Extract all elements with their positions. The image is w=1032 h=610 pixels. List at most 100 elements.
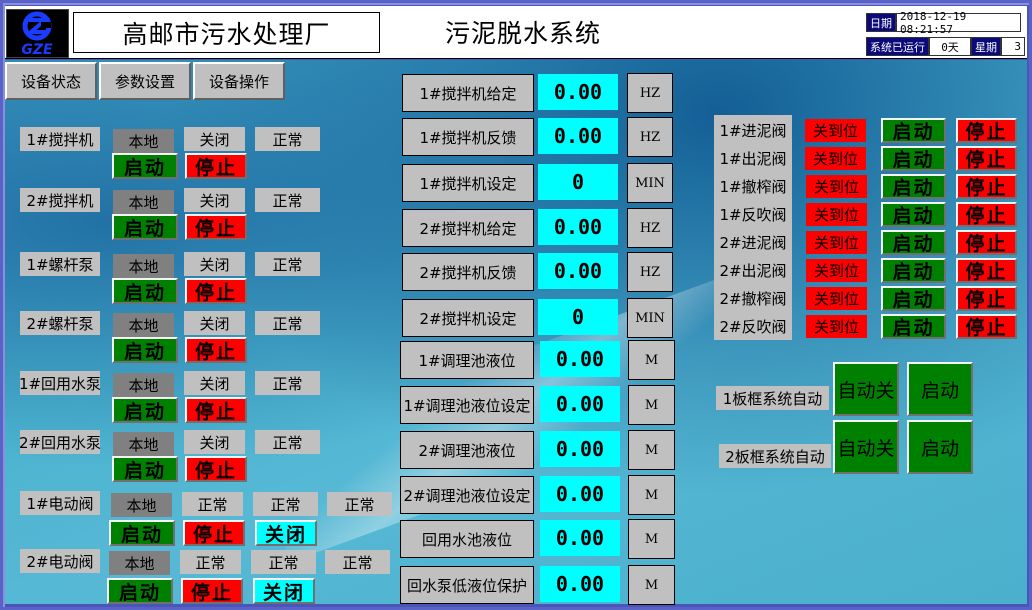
device-name: 1#回用水泵: [19, 371, 101, 395]
parameter-unit: M: [628, 340, 675, 380]
parameter-value-input[interactable]: 0.00: [540, 341, 620, 377]
parameter-name: 2#调理池液位: [400, 431, 534, 469]
device-start-button[interactable]: 启动: [112, 153, 178, 179]
parameter-value-input[interactable]: 0.00: [538, 118, 618, 154]
parameter-unit: M: [628, 519, 675, 559]
parameter-unit: M: [628, 385, 675, 425]
runtime-label: 系统已运行: [866, 37, 929, 56]
valve-start-button[interactable]: 启动: [881, 286, 946, 311]
parameter-value-input[interactable]: 0.00: [538, 253, 618, 289]
tab-device-operation[interactable]: 设备操作: [193, 62, 285, 100]
valve-stop-button[interactable]: 停止: [956, 146, 1017, 171]
runtime-display: 系统已运行 0天 星期 3: [866, 37, 1025, 56]
device-start-button[interactable]: 启动: [112, 397, 178, 423]
parameter-value-input[interactable]: 0.00: [540, 520, 620, 556]
device-stop-button[interactable]: 停止: [185, 337, 247, 363]
electric-valve-status-3: 正常: [327, 492, 392, 516]
valve-position-status: 关到位: [805, 147, 866, 170]
valve-stop-button[interactable]: 停止: [956, 286, 1017, 311]
weekday-label: 星期: [971, 37, 1001, 56]
valve-position-status: 关到位: [806, 315, 867, 338]
valve-stop-button[interactable]: 停止: [956, 202, 1017, 227]
valve-stop-button[interactable]: 停止: [956, 118, 1017, 143]
valve-position-status: 关到位: [806, 175, 867, 198]
valve-start-button[interactable]: 启动: [881, 258, 946, 283]
parameter-unit: M: [628, 430, 675, 470]
device-run-status: 关闭: [184, 311, 245, 335]
device-mode-status: 本地: [113, 190, 174, 214]
electric-valve-status-2: 正常: [251, 550, 316, 574]
logo-text: GZE: [21, 42, 53, 57]
valve-position-status: 关到位: [805, 119, 866, 142]
electric-valve-start-button[interactable]: 启动: [109, 520, 175, 546]
valve-stop-button[interactable]: 停止: [956, 258, 1017, 283]
parameter-value-input[interactable]: 0.00: [540, 476, 620, 512]
device-name: 1#螺杆泵: [20, 252, 100, 276]
parameter-unit: HZ: [627, 73, 673, 113]
device-name: 2#搅拌机: [20, 188, 100, 212]
parameter-unit: M: [628, 475, 675, 515]
valve-start-button[interactable]: 启动: [881, 146, 946, 171]
electric-valve-close-button[interactable]: 关闭: [255, 520, 317, 546]
filter-press-start-button[interactable]: 启动: [907, 420, 973, 474]
tab-device-status[interactable]: 设备状态: [5, 62, 97, 100]
parameter-unit: MIN: [627, 298, 673, 338]
device-start-button[interactable]: 启动: [112, 214, 178, 240]
valve-start-button[interactable]: 启动: [881, 174, 946, 199]
device-run-status: 关闭: [184, 252, 245, 276]
device-fault-status: 正常: [255, 127, 320, 151]
electric-valve-status-1: 正常: [180, 550, 241, 574]
valve-stop-button[interactable]: 停止: [956, 230, 1017, 255]
electric-valve-mode-status: 本地: [109, 551, 170, 575]
device-start-button[interactable]: 启动: [112, 337, 178, 363]
parameter-name: 2#搅拌机反馈: [402, 253, 534, 291]
filter-press-auto-label: 1板框系统自动: [716, 386, 829, 410]
device-name: 2#回用水泵: [19, 430, 101, 454]
valve-start-button[interactable]: 启动: [881, 202, 946, 227]
device-stop-button[interactable]: 停止: [185, 153, 247, 179]
system-title: 污泥脱水系统: [445, 19, 602, 48]
parameter-name: 2#调理池液位设定: [400, 476, 534, 514]
parameter-value-input[interactable]: 0: [538, 164, 618, 200]
electric-valve-stop-button[interactable]: 停止: [181, 578, 243, 604]
electric-valve-start-button[interactable]: 启动: [107, 578, 173, 604]
valve-name: 1#进泥阀: [719, 122, 787, 140]
electric-valve-stop-button[interactable]: 停止: [183, 520, 245, 546]
parameter-name: 1#调理池液位: [400, 341, 534, 379]
parameter-name: 2#搅拌机设定: [402, 299, 534, 337]
valve-start-button[interactable]: 启动: [881, 314, 946, 339]
tab-parameter-settings[interactable]: 参数设置: [99, 62, 191, 100]
parameter-name: 1#搅拌机设定: [402, 164, 534, 202]
device-stop-button[interactable]: 停止: [185, 456, 247, 482]
electric-valve-name: 2#电动阀: [20, 549, 100, 573]
parameter-value-input[interactable]: 0.00: [538, 74, 618, 110]
device-stop-button[interactable]: 停止: [185, 214, 247, 240]
electric-valve-close-button[interactable]: 关闭: [253, 578, 315, 604]
filter-press-start-button[interactable]: 启动: [907, 362, 973, 416]
device-start-button[interactable]: 启动: [112, 278, 178, 304]
parameter-value-input[interactable]: 0.00: [540, 431, 620, 467]
electric-valve-status-2: 正常: [253, 492, 318, 516]
filter-press-auto-toggle-button[interactable]: 自动关: [833, 420, 899, 474]
device-stop-button[interactable]: 停止: [185, 397, 247, 423]
filter-press-auto-toggle-button[interactable]: 自动关: [833, 362, 899, 416]
date-value: 2018-12-19 08:21:57: [896, 10, 1021, 36]
valve-stop-button[interactable]: 停止: [956, 174, 1017, 199]
device-start-button[interactable]: 启动: [112, 456, 178, 482]
parameter-value-input[interactable]: 0.00: [540, 566, 620, 602]
valve-start-button[interactable]: 启动: [881, 118, 946, 143]
parameter-value-input[interactable]: 0.00: [538, 209, 618, 245]
parameter-name: 回用水池液位: [400, 520, 534, 558]
device-stop-button[interactable]: 停止: [185, 278, 247, 304]
parameter-value-input[interactable]: 0.00: [540, 386, 620, 422]
parameter-unit: HZ: [627, 208, 673, 248]
parameter-unit: M: [628, 565, 675, 605]
device-fault-status: 正常: [255, 188, 320, 212]
valve-start-button[interactable]: 启动: [881, 230, 946, 255]
parameter-value-input[interactable]: 0: [538, 299, 618, 335]
parameter-unit: HZ: [627, 117, 673, 157]
device-mode-status: 本地: [113, 254, 174, 278]
valve-stop-button[interactable]: 停止: [956, 314, 1017, 339]
device-name: 2#螺杆泵: [20, 311, 100, 335]
gze-logo-icon: GZE: [21, 11, 53, 57]
